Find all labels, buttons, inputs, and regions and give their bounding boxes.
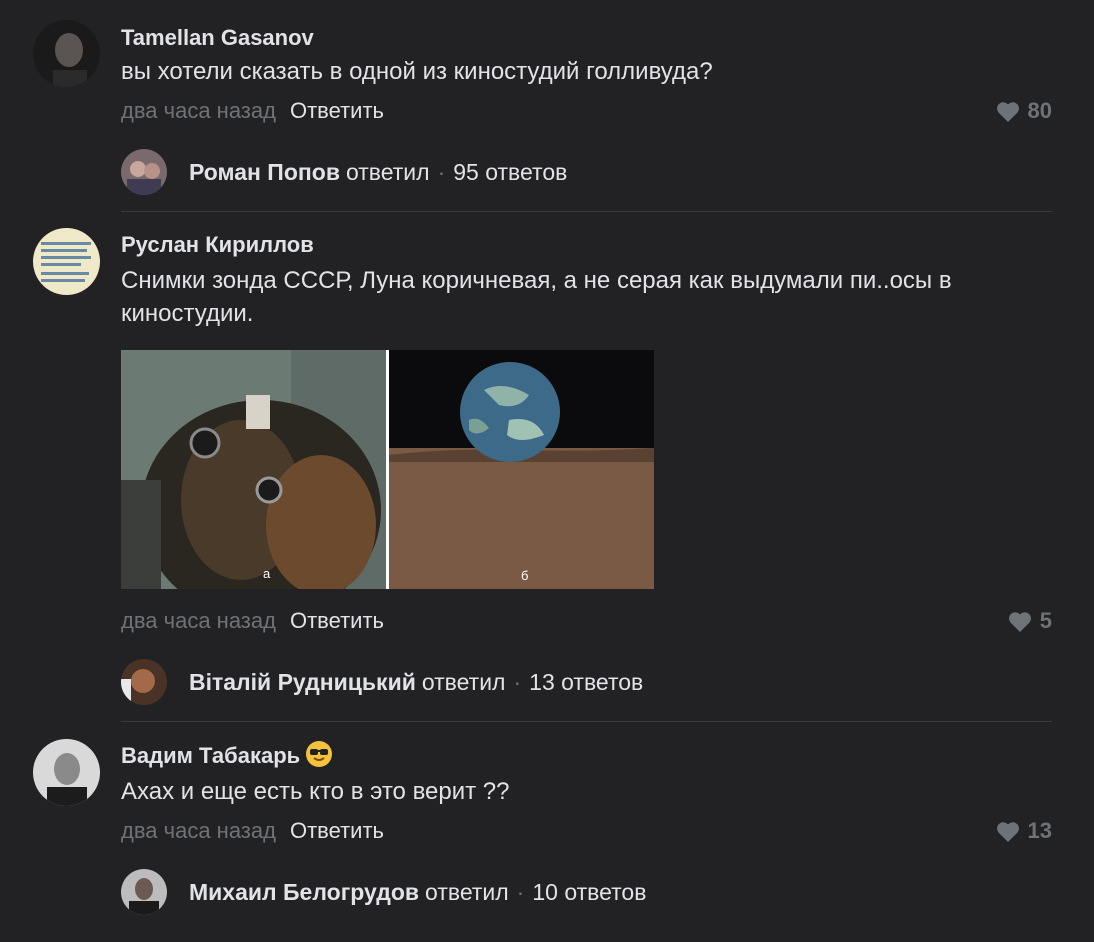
avatar[interactable] <box>33 739 100 806</box>
reply-button[interactable]: Ответить <box>290 608 384 633</box>
comment-time[interactable]: два часа назад <box>121 98 276 123</box>
reply-author[interactable]: Михаил Белогрудов <box>189 879 419 906</box>
comment-meta: два часа назад Ответить <box>121 818 384 844</box>
reply-verb: ответил <box>425 878 509 905</box>
comment-meta: два часа назад Ответить <box>121 98 384 124</box>
replies-thread[interactable]: Михаил Белогрудов ответил · 10 ответов <box>121 869 646 915</box>
replies-thread[interactable]: Роман Попов ответил · 95 ответов <box>121 149 567 195</box>
reply-button[interactable]: Ответить <box>290 98 384 123</box>
comment-text: вы хотели сказать в одной из киностудий … <box>121 58 713 85</box>
separator-dot: · <box>516 878 525 905</box>
comment-time[interactable]: два часа назад <box>121 608 276 633</box>
reply-count[interactable]: 13 ответов <box>529 669 643 696</box>
avatar[interactable] <box>33 20 100 87</box>
comment-author[interactable]: Вадим Табакарь <box>121 741 333 769</box>
photo-label-b: б <box>521 568 529 583</box>
photo-earthrise: б <box>389 350 654 589</box>
like-button[interactable]: 5 <box>1008 608 1052 634</box>
reply-verb: ответил <box>421 668 506 695</box>
comment-author[interactable]: Руслан Кириллов <box>121 232 314 258</box>
reply-author[interactable]: Роман Попов <box>189 159 340 186</box>
separator-dot: · <box>513 668 522 695</box>
photo-capsule: а <box>121 350 386 589</box>
divider <box>121 211 1052 212</box>
author-name: Вадим Табакарь <box>121 743 301 768</box>
like-count: 80 <box>1027 98 1052 123</box>
comment-text: Снимки зонда СССР, Луна коричневая, а не… <box>121 267 952 327</box>
like-count: 5 <box>1039 608 1052 633</box>
comment-text: Ахах и еще есть кто в это верит ?? <box>121 778 510 805</box>
comment-meta: два часа назад Ответить <box>121 608 384 634</box>
reply-avatar <box>121 149 167 195</box>
like-count: 13 <box>1027 818 1052 843</box>
heart-icon <box>1008 611 1031 632</box>
reply-verb: ответил <box>345 158 430 185</box>
heart-icon <box>996 821 1019 842</box>
reply-count[interactable]: 95 ответов <box>453 159 567 186</box>
avatar[interactable] <box>33 228 100 295</box>
sunglasses-emoji-icon <box>306 741 333 767</box>
divider <box>121 721 1052 722</box>
comment-time[interactable]: два часа назад <box>121 818 276 843</box>
reply-author[interactable]: Віталій Рудницький <box>189 669 416 696</box>
separator-dot: · <box>437 158 446 185</box>
attached-photo[interactable]: а б <box>121 350 654 589</box>
replies-thread[interactable]: Віталій Рудницький ответил · 13 ответов <box>121 659 643 705</box>
reply-avatar <box>121 869 167 915</box>
heart-icon <box>996 101 1019 122</box>
like-button[interactable]: 13 <box>996 818 1052 844</box>
comment-author[interactable]: Tamellan Gasanov <box>121 25 314 51</box>
reply-avatar <box>121 659 167 705</box>
like-button[interactable]: 80 <box>996 98 1052 124</box>
photo-label-a: а <box>263 566 271 581</box>
reply-button[interactable]: Ответить <box>290 818 384 843</box>
reply-count[interactable]: 10 ответов <box>532 879 646 906</box>
